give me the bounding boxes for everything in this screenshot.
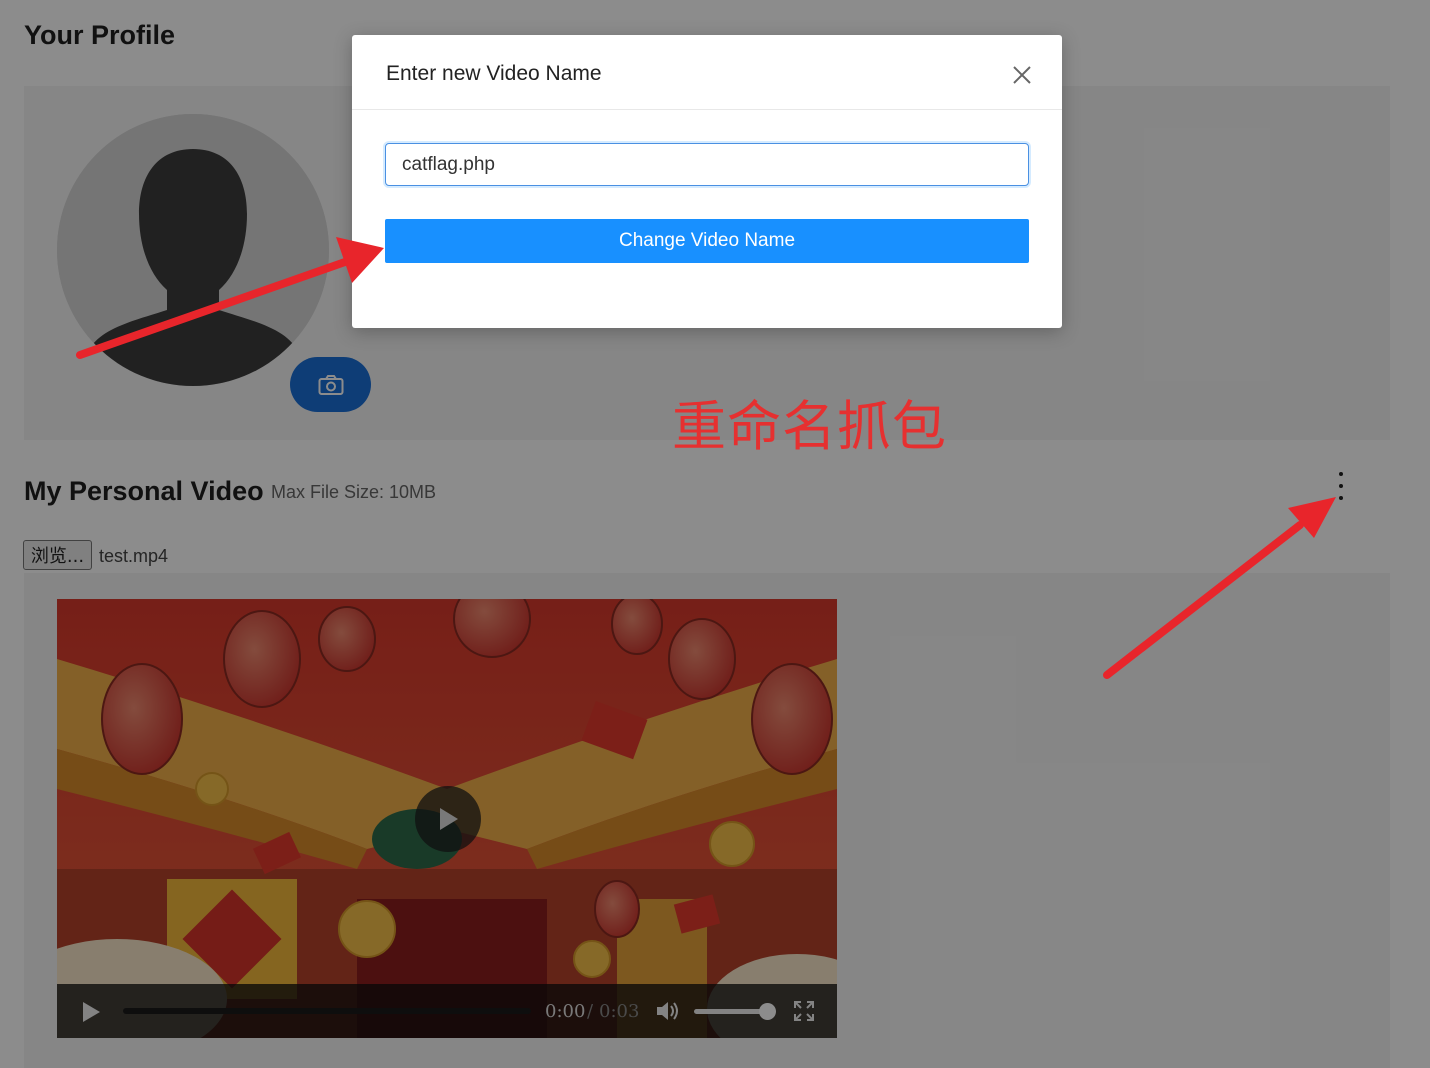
rename-video-modal: Enter new Video Name Change Video Name <box>352 35 1062 328</box>
video-name-input[interactable] <box>385 143 1029 186</box>
modal-header: Enter new Video Name <box>352 35 1062 110</box>
modal-title: Enter new Video Name <box>386 62 602 85</box>
change-video-name-button[interactable]: Change Video Name <box>385 219 1029 263</box>
close-icon[interactable] <box>1010 63 1034 87</box>
annotation-text: 重命名抓包 <box>672 395 947 458</box>
